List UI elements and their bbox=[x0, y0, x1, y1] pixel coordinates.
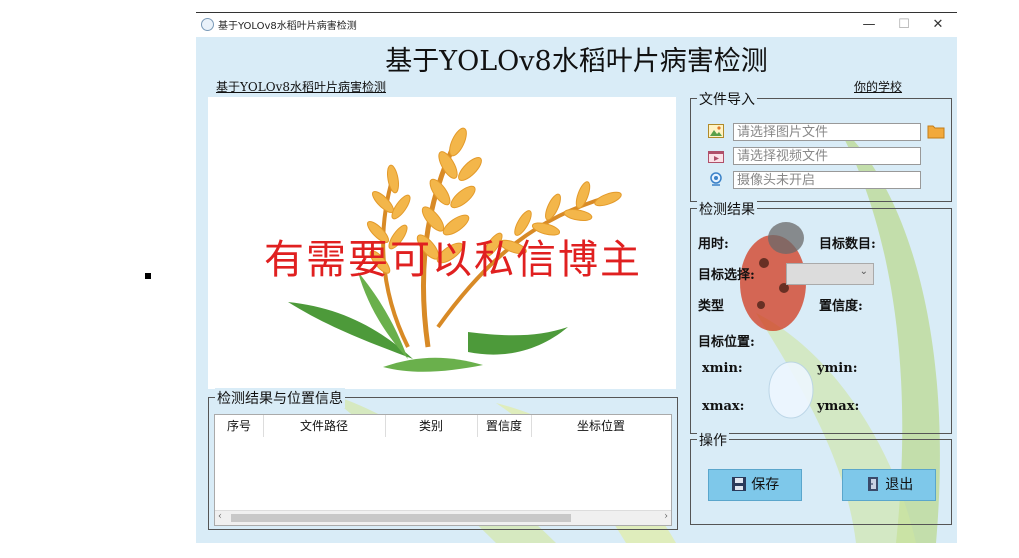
column-header[interactable]: 文件路径 bbox=[263, 415, 386, 437]
column-header[interactable]: 类别 bbox=[385, 415, 478, 437]
app-window: 基于YOLOv8水稻叶片病害检测 — ☐ ✕ 基于YOLOv8水稻叶片病害检测 … bbox=[196, 12, 957, 543]
position-label: 目标位置: bbox=[698, 335, 755, 350]
results-table[interactable]: 序号 文件路径 类别 置信度 坐标位置 ‹ › bbox=[214, 414, 672, 526]
operations-title: 操作 bbox=[697, 430, 729, 450]
video-path-input[interactable]: 请选择视频文件 bbox=[733, 147, 921, 165]
folder-icon[interactable] bbox=[927, 123, 945, 139]
exit-button[interactable]: 退出 bbox=[842, 469, 936, 501]
column-header[interactable]: 置信度 bbox=[477, 415, 532, 437]
video-icon bbox=[708, 151, 724, 163]
ymax-label: ymax: bbox=[817, 399, 860, 414]
image-path-input[interactable]: 请选择图片文件 bbox=[733, 123, 921, 141]
xmax-label: xmax: bbox=[702, 399, 745, 414]
minimize-button[interactable]: — bbox=[851, 13, 887, 37]
target-select-dropdown[interactable]: ⌄ bbox=[786, 263, 874, 285]
scroll-thumb[interactable] bbox=[231, 514, 571, 522]
chevron-down-icon: ⌄ bbox=[859, 266, 868, 277]
column-header[interactable]: 坐标位置 bbox=[531, 415, 671, 437]
watermark-text: 有需要可以私信博主 bbox=[264, 237, 642, 283]
exit-label: 退出 bbox=[885, 477, 914, 493]
page-title: 基于YOLOv8水稻叶片病害检测 bbox=[385, 46, 768, 77]
save-label: 保存 bbox=[751, 477, 780, 493]
app-icon bbox=[201, 18, 214, 31]
confidence-label: 置信度: bbox=[819, 299, 863, 314]
target-select-label: 目标选择: bbox=[698, 268, 755, 283]
scroll-right-icon[interactable]: › bbox=[664, 511, 668, 522]
close-button[interactable]: ✕ bbox=[920, 13, 956, 37]
target-count-label: 目标数目: bbox=[819, 237, 876, 252]
stray-bullet bbox=[145, 273, 151, 279]
camera-icon bbox=[710, 172, 722, 186]
table-group-title: 检测结果与位置信息 bbox=[215, 388, 345, 408]
subtitle-link[interactable]: 基于YOLOv8水稻叶片病害检测 bbox=[216, 78, 386, 95]
maximize-button[interactable]: ☐ bbox=[886, 13, 922, 37]
scroll-left-icon[interactable]: ‹ bbox=[218, 511, 222, 522]
image-icon bbox=[708, 124, 724, 138]
camera-status-input[interactable]: 摄像头未开启 bbox=[733, 171, 921, 189]
window-title: 基于YOLOv8水稻叶片病害检测 bbox=[218, 21, 357, 32]
ymin-label: ymin: bbox=[817, 361, 858, 376]
school-link[interactable]: 你的学校 bbox=[854, 78, 902, 95]
detection-results-title: 检测结果 bbox=[697, 199, 757, 219]
save-icon bbox=[731, 477, 746, 491]
exit-icon bbox=[867, 477, 878, 491]
xmin-label: xmin: bbox=[702, 361, 743, 376]
column-header[interactable]: 序号 bbox=[215, 415, 264, 437]
horizontal-scrollbar[interactable]: ‹ › bbox=[215, 510, 671, 525]
type-label: 类型 bbox=[698, 299, 725, 314]
file-import-title: 文件导入 bbox=[697, 89, 757, 109]
time-label: 用时: bbox=[698, 237, 729, 252]
save-button[interactable]: 保存 bbox=[708, 469, 802, 501]
